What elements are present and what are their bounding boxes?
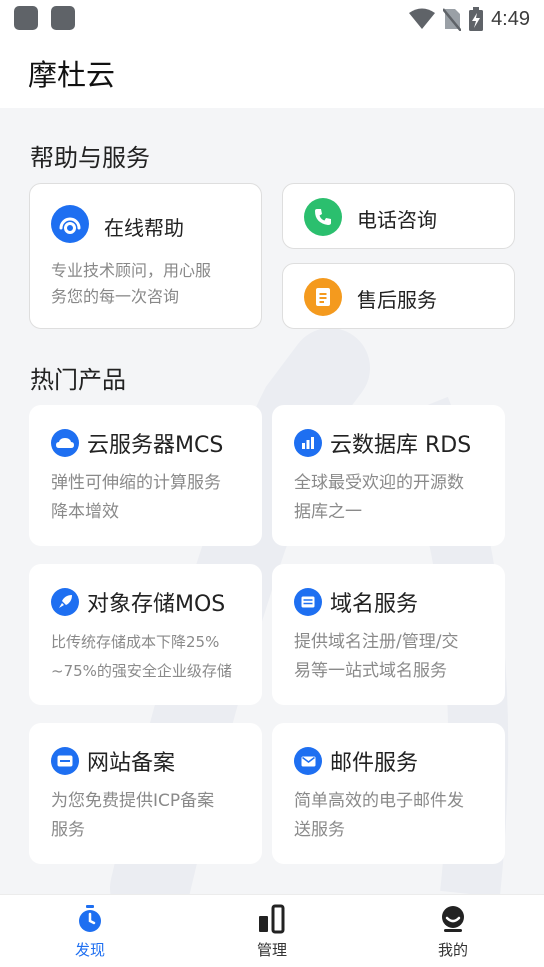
cloud-server-icon xyxy=(51,429,79,457)
app-title: 摩杜云 xyxy=(28,58,116,92)
product-desc-line1: 提供域名注册/管理/交 xyxy=(294,632,459,652)
nav-item-manage[interactable]: 管理 xyxy=(212,895,332,967)
product-card-mail[interactable]: 邮件服务 简单高效的电子邮件发 送服务 xyxy=(272,723,505,864)
online-help-title: 在线帮助 xyxy=(104,216,184,240)
rocket-icon xyxy=(51,588,79,616)
product-desc: 提供域名注册/管理/交 易等一站式域名服务 xyxy=(294,628,494,686)
product-title: 云服务器MCS xyxy=(87,433,224,458)
product-title: 对象存储MOS xyxy=(87,592,226,617)
nav-item-discover[interactable]: 发现 xyxy=(30,895,150,967)
product-card-icp[interactable]: 网站备案 为您免费提供ICP备案 服务 xyxy=(29,723,262,864)
product-title: 域名服务 xyxy=(330,592,419,617)
phone-icon xyxy=(304,198,342,236)
wifi-icon xyxy=(409,8,436,29)
product-desc-line2: 送服务 xyxy=(294,820,345,840)
battery-charging-icon xyxy=(469,7,484,31)
product-desc: 简单高效的电子邮件发 送服务 xyxy=(294,787,494,845)
mail-icon xyxy=(294,747,322,775)
online-help-desc-line2: 务您的每一次咨询 xyxy=(51,287,180,306)
product-desc: 比传统存储成本下降25% ~75%的强安全企业级存储 xyxy=(51,628,251,686)
nav-label: 发现 xyxy=(74,941,105,959)
product-card-mcs[interactable]: 云服务器MCS 弹性可伸缩的计算服务 降本增效 xyxy=(29,405,262,546)
product-desc-line2: 据库之一 xyxy=(294,502,362,522)
product-desc-line1: 全球最受欢迎的开源数 xyxy=(294,473,464,493)
product-card-rds[interactable]: 云数据库 RDS 全球最受欢迎的开源数 据库之一 xyxy=(272,405,505,546)
phone-consult-card[interactable]: 电话咨询 xyxy=(282,183,515,249)
products-section-title: 热门产品 xyxy=(30,366,126,394)
product-desc-line1: 比传统存储成本下降25% xyxy=(51,633,220,651)
manage-icon xyxy=(258,903,286,935)
product-desc-line1: 简单高效的电子邮件发 xyxy=(294,791,464,811)
after-sales-card[interactable]: 售后服务 xyxy=(282,263,515,329)
no-sim-icon xyxy=(443,8,462,31)
product-desc: 全球最受欢迎的开源数 据库之一 xyxy=(294,469,494,527)
product-desc: 为您免费提供ICP备案 服务 xyxy=(51,787,251,845)
bottom-navigation: 发现 管理 我的 xyxy=(0,894,544,967)
database-chart-icon xyxy=(294,429,322,457)
app-bar: 摩杜云 xyxy=(0,38,544,108)
domain-icon xyxy=(294,588,322,616)
product-title: 邮件服务 xyxy=(330,751,419,776)
notification-app-icon xyxy=(14,6,38,30)
icp-icon xyxy=(51,747,79,775)
nav-label: 我的 xyxy=(437,941,468,959)
product-card-domain[interactable]: 域名服务 提供域名注册/管理/交 易等一站式域名服务 xyxy=(272,564,505,705)
product-desc-line1: 弹性可伸缩的计算服务 xyxy=(51,473,221,493)
online-help-card[interactable]: 在线帮助 专业技术顾问，用心服 务您的每一次咨询 xyxy=(29,183,262,329)
help-section-title: 帮助与服务 xyxy=(30,144,150,172)
product-title: 云数据库 RDS xyxy=(330,433,472,458)
phone-consult-title: 电话咨询 xyxy=(357,208,437,232)
online-help-desc-line1: 专业技术顾问，用心服 xyxy=(51,261,212,280)
product-desc-line2: 服务 xyxy=(51,820,85,840)
status-time: 4:49 xyxy=(491,7,530,30)
product-desc-line2: ~75%的强安全企业级存储 xyxy=(51,662,232,680)
product-desc-line2: 易等一站式域名服务 xyxy=(294,661,447,681)
product-card-mos[interactable]: 对象存储MOS 比传统存储成本下降25% ~75%的强安全企业级存储 xyxy=(29,564,262,705)
after-sales-title: 售后服务 xyxy=(357,288,437,312)
status-bar: 4:49 xyxy=(0,0,544,38)
discover-icon xyxy=(76,903,104,935)
profile-icon xyxy=(439,903,467,935)
product-desc-line2: 降本增效 xyxy=(51,502,119,522)
product-desc: 弹性可伸缩的计算服务 降本增效 xyxy=(51,469,251,527)
nav-item-profile[interactable]: 我的 xyxy=(393,895,513,967)
nav-label: 管理 xyxy=(256,941,287,959)
headset-icon xyxy=(51,205,89,243)
document-icon xyxy=(304,278,342,316)
product-title: 网站备案 xyxy=(87,751,176,776)
notification-app-icon xyxy=(51,6,75,30)
product-desc-line1: 为您免费提供ICP备案 xyxy=(51,791,215,811)
